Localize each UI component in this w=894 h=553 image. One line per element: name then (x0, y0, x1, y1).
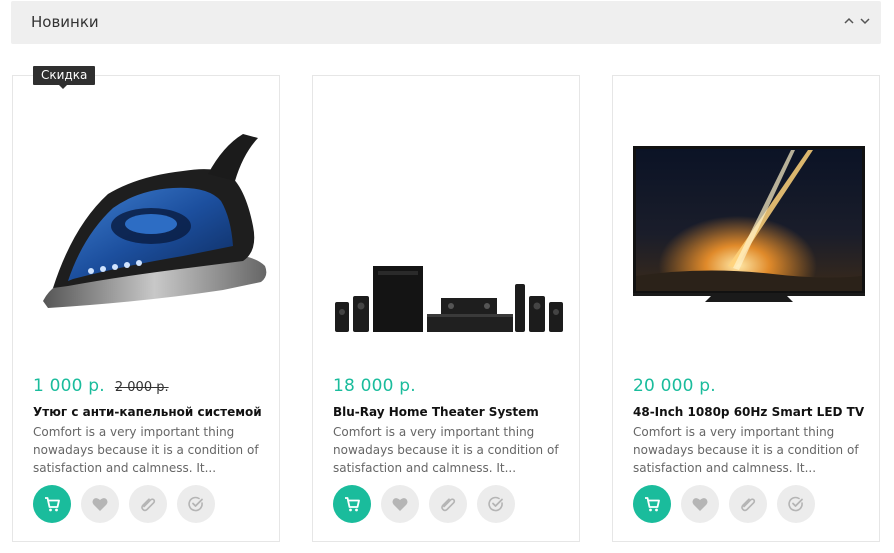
product-card[interactable]: Скидка 1 000 р. 2 000 р. Утюг с анти-кап… (12, 66, 280, 542)
attach-button[interactable] (129, 485, 167, 523)
heart-icon (92, 498, 108, 511)
section-header: Новинки (11, 1, 881, 44)
section-title: Новинки (31, 13, 99, 31)
paperclip-icon (141, 498, 156, 512)
price: 18 000 р. (333, 376, 416, 396)
product-actions (333, 485, 515, 523)
add-to-cart-button[interactable] (333, 485, 371, 523)
attach-button[interactable] (729, 485, 767, 523)
compare-check-icon (488, 496, 503, 512)
wishlist-button[interactable] (381, 485, 419, 523)
price-row: 18 000 р. (333, 376, 416, 396)
wishlist-button[interactable] (681, 485, 719, 523)
price: 1 000 р. (33, 376, 105, 396)
product-actions (633, 485, 815, 523)
cart-icon (345, 497, 360, 512)
chevron-down-icon[interactable] (859, 14, 871, 28)
attach-button[interactable] (429, 485, 467, 523)
led-tv-image[interactable] (613, 76, 879, 361)
section-toggle (843, 14, 871, 28)
product-description: Comfort is a very important thing nowada… (333, 425, 559, 475)
product-card[interactable]: 18 000 р. Blu-Ray Home Theater System Co… (312, 75, 580, 542)
compare-button[interactable] (477, 485, 515, 523)
product-title[interactable]: Утюг с анти-капельной системой (33, 405, 273, 419)
product-actions (33, 485, 215, 523)
paperclip-icon (741, 498, 756, 512)
compare-button[interactable] (177, 485, 215, 523)
cart-icon (45, 497, 60, 512)
price: 20 000 р. (633, 376, 716, 396)
heart-icon (692, 498, 708, 511)
chevron-up-icon[interactable] (843, 14, 855, 28)
heart-icon (392, 498, 408, 511)
old-price: 2 000 р. (114, 380, 169, 395)
compare-button[interactable] (777, 485, 815, 523)
price-row: 20 000 р. (633, 376, 716, 396)
product-title[interactable]: Blu-Ray Home Theater System (333, 405, 573, 419)
cart-icon (645, 497, 660, 512)
home-theater-image[interactable] (313, 76, 579, 361)
add-to-cart-button[interactable] (633, 485, 671, 523)
compare-check-icon (188, 496, 203, 512)
product-description: Comfort is a very important thing nowada… (633, 425, 859, 475)
add-to-cart-button[interactable] (33, 485, 71, 523)
paperclip-icon (441, 498, 456, 512)
product-card[interactable]: 20 000 р. 48-Inch 1080p 60Hz Smart LED T… (612, 75, 880, 542)
product-description: Comfort is a very important thing nowada… (33, 425, 259, 475)
compare-check-icon (788, 496, 803, 512)
steam-iron-image[interactable] (13, 76, 279, 361)
wishlist-button[interactable] (81, 485, 119, 523)
product-title[interactable]: 48-Inch 1080p 60Hz Smart LED TV (633, 405, 873, 419)
price-row: 1 000 р. 2 000 р. (33, 376, 169, 396)
